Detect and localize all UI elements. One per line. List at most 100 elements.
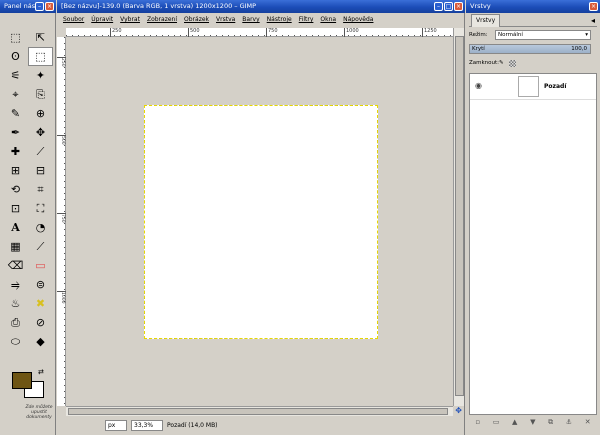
menu-filtry[interactable]: Filtry bbox=[299, 14, 314, 26]
smudge-tool[interactable]: ⬭ bbox=[3, 332, 28, 351]
eraser-tool[interactable]: ▭ bbox=[28, 256, 53, 275]
bucket-fill-tool[interactable]: ◔ bbox=[28, 218, 53, 237]
menu-upravit[interactable]: Úpravit bbox=[91, 14, 113, 26]
status-bar: px 33,3% Pozadí (14,0 MB) bbox=[57, 416, 465, 435]
ruler-tick: 1000 bbox=[57, 291, 66, 303]
unit-select[interactable]: px bbox=[105, 420, 127, 431]
dock-tabs: Vrstvy ◂ bbox=[469, 14, 597, 27]
measure-tool[interactable]: ✒ bbox=[3, 123, 28, 142]
lock-alpha-icon[interactable] bbox=[509, 60, 516, 67]
dock-menu-icon[interactable]: ◂ bbox=[591, 16, 595, 25]
maximize-icon[interactable]: □ bbox=[444, 2, 453, 11]
move-tool[interactable]: ✥ bbox=[28, 123, 53, 142]
dodge-burn-tool[interactable]: ◆ bbox=[28, 332, 53, 351]
raise-layer-icon[interactable]: ▲ bbox=[512, 418, 517, 430]
vertical-scrollbar[interactable] bbox=[453, 28, 464, 406]
close-icon[interactable]: × bbox=[45, 2, 54, 11]
new-layer-icon[interactable]: ▫ bbox=[475, 418, 480, 430]
airbrush-tool[interactable]: ⥤ bbox=[3, 275, 28, 294]
drop-hint: Zde můžete upustit dokumenty bbox=[25, 405, 53, 420]
foreground-color-swatch[interactable] bbox=[12, 372, 32, 389]
cage-tool[interactable]: ⛶ bbox=[28, 199, 53, 218]
perspective-tool[interactable]: ⌗ bbox=[28, 180, 53, 199]
opacity-row: Krytí 100,0 bbox=[469, 44, 597, 55]
mode-row: Režim: Normální ▾ bbox=[469, 30, 597, 41]
zoom-select[interactable]: 33,3% bbox=[131, 420, 163, 431]
anchor-layer-icon[interactable]: ⚓ bbox=[566, 418, 572, 430]
menu-okna[interactable]: Okna bbox=[320, 14, 336, 26]
swap-colors-icon[interactable]: ⇄ bbox=[38, 368, 44, 376]
clone-tool[interactable]: ♨ bbox=[3, 294, 28, 313]
text-tool[interactable]: A bbox=[3, 218, 28, 237]
toolbox-title: Panel nást bbox=[4, 2, 38, 10]
canvas-area[interactable] bbox=[66, 37, 453, 406]
horizontal-ruler[interactable]: 250 500 750 1000 1250 bbox=[66, 28, 453, 37]
toolbox-window: Panel nást – × ⬚ ⇱ ʘ ⬚ ⚟ ✦ ⌖ ⎘ ✎ ⊕ ✒ ✥ ✚… bbox=[0, 0, 56, 435]
zoom-tool[interactable]: ⊕ bbox=[28, 104, 53, 123]
image-title-bar: [Bez názvu]-139.0 (Barva RGB, 1 vrstva) … bbox=[57, 0, 465, 13]
eye-icon[interactable]: ◉ bbox=[475, 81, 482, 90]
opacity-label: Krytí bbox=[472, 46, 485, 52]
mode-select[interactable]: Normální ▾ bbox=[495, 30, 591, 40]
shear-tool[interactable]: ⟲ bbox=[3, 180, 28, 199]
minimize-icon[interactable]: – bbox=[434, 2, 443, 11]
close-icon[interactable]: × bbox=[589, 2, 598, 11]
duplicate-layer-icon[interactable]: ⧉ bbox=[548, 418, 553, 430]
align-tool[interactable]: ✚ bbox=[3, 142, 28, 161]
ink-tool[interactable]: ⊜ bbox=[28, 275, 53, 294]
perspective-clone-tool[interactable]: ⎙ bbox=[3, 313, 28, 332]
new-group-icon[interactable]: ▭ bbox=[493, 418, 500, 430]
ruler-tick: 1250 bbox=[422, 28, 437, 37]
opacity-slider[interactable]: Krytí 100,0 bbox=[469, 44, 591, 54]
minimize-icon[interactable]: – bbox=[35, 2, 44, 11]
image-canvas[interactable] bbox=[144, 105, 378, 339]
scissors-tool[interactable]: ✦ bbox=[28, 66, 53, 85]
free-select-tool[interactable]: ʘ bbox=[3, 47, 28, 66]
color-select-tool[interactable]: ⚟ bbox=[3, 66, 28, 85]
lock-pixels-icon[interactable]: ✎ bbox=[499, 58, 504, 69]
horizontal-scrollbar[interactable] bbox=[66, 406, 453, 416]
menu-zobrazeni[interactable]: Zobrazení bbox=[147, 14, 177, 26]
menu-vybrat[interactable]: Vybrat bbox=[120, 14, 140, 26]
scale-tool[interactable]: ⊟ bbox=[28, 161, 53, 180]
ellipse-select-tool[interactable]: ⇱ bbox=[28, 28, 53, 47]
ruler-tick: 500 bbox=[188, 28, 200, 37]
color-picker-tool[interactable]: ✎ bbox=[3, 104, 28, 123]
menu-obrazek[interactable]: Obrázek bbox=[184, 14, 209, 26]
flip-tool[interactable]: ⊡ bbox=[3, 199, 28, 218]
paintbrush-tool[interactable]: ⌫ bbox=[3, 256, 28, 275]
pencil-tool[interactable]: ⟋ bbox=[28, 237, 53, 256]
menu-barvy[interactable]: Barvy bbox=[242, 14, 259, 26]
menu-nastroje[interactable]: Nástroje bbox=[267, 14, 292, 26]
ruler-tick: 250 bbox=[110, 28, 122, 37]
tab-vrstvy[interactable]: Vrstvy bbox=[471, 14, 501, 27]
foreground-select-tool[interactable]: ⌖ bbox=[3, 85, 28, 104]
menu-soubor[interactable]: Soubor bbox=[63, 14, 84, 26]
scroll-thumb[interactable] bbox=[68, 408, 448, 415]
blur-tool[interactable]: ⊘ bbox=[28, 313, 53, 332]
chevron-down-icon: ▾ bbox=[585, 32, 588, 38]
layer-thumbnail bbox=[518, 76, 539, 97]
mode-label: Režim: bbox=[469, 32, 488, 38]
delete-layer-icon[interactable]: ✕ bbox=[585, 418, 591, 430]
navigate-icon[interactable]: ✥ bbox=[455, 406, 462, 415]
crop-tool[interactable]: ⟋ bbox=[28, 142, 53, 161]
scroll-thumb[interactable] bbox=[455, 36, 464, 396]
lower-layer-icon[interactable]: ▼ bbox=[530, 418, 535, 430]
close-icon[interactable]: × bbox=[454, 2, 463, 11]
layer-row[interactable]: ◉ Pozadí bbox=[470, 74, 596, 100]
paths-tool[interactable]: ⎘ bbox=[28, 85, 53, 104]
tool-grid: ⬚ ⇱ ʘ ⬚ ⚟ ✦ ⌖ ⎘ ✎ ⊕ ✒ ✥ ✚ ⟋ ⊞ ⊟ ⟲ ⌗ ⊡ ⛶ … bbox=[3, 28, 53, 351]
rotate-tool[interactable]: ⊞ bbox=[3, 161, 28, 180]
menu-napoveda[interactable]: Nápověda bbox=[343, 14, 373, 26]
menu-vrstva[interactable]: Vrstva bbox=[216, 14, 235, 26]
fuzzy-select-tool[interactable]: ⬚ bbox=[28, 47, 53, 66]
vertical-ruler[interactable]: 250 500 750 1000 bbox=[57, 37, 66, 406]
color-swatches: ⇄ bbox=[8, 368, 48, 400]
rect-select-tool[interactable]: ⬚ bbox=[3, 28, 28, 47]
ruler-tick: 750 bbox=[57, 213, 66, 223]
layers-dock: Vrstvy × Vrstvy ◂ Režim: Normální ▾ Krytí… bbox=[466, 0, 600, 435]
heal-tool[interactable]: ✖ bbox=[28, 294, 53, 313]
layers-title-bar: Vrstvy × bbox=[466, 0, 600, 13]
blend-tool[interactable]: ▦ bbox=[3, 237, 28, 256]
